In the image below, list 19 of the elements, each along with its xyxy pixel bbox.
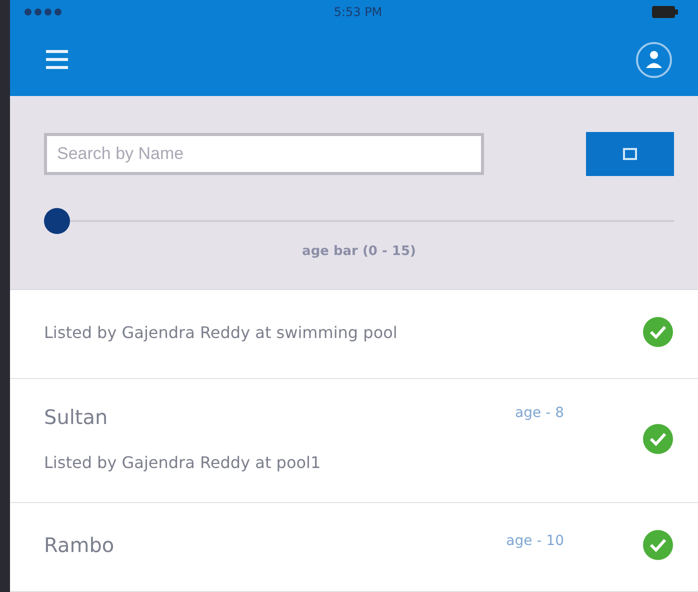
slider-thumb[interactable] — [44, 208, 70, 234]
status-time: 5:53 PM — [334, 4, 382, 19]
age-label: age - 8 — [515, 405, 564, 423]
listing-description: Listed by Gajendra Reddy at swimming pool — [44, 322, 398, 342]
signal-icon — [24, 8, 64, 16]
age-label: age - 10 — [506, 533, 564, 551]
battery-icon — [652, 6, 678, 18]
search-button[interactable] — [586, 132, 674, 176]
search-field[interactable]: Search by Name — [44, 133, 484, 175]
list-item[interactable]: Sultan age - 8 Listed by Gajendra Reddy at pool1 — [10, 379, 698, 503]
listing-description: Listed by Gajendra Reddy at pool1 — [44, 453, 322, 472]
pet-name: Rambo — [44, 533, 114, 557]
slider-label: age bar (0 - 15) — [302, 244, 416, 259]
pet-name: Sultan — [44, 405, 108, 429]
menu-icon[interactable] — [44, 48, 70, 72]
square-icon — [622, 147, 638, 161]
list-item[interactable]: Rambo age - 10 — [10, 503, 698, 592]
person-icon[interactable] — [634, 40, 674, 80]
list-item[interactable]: Listed by Gajendra Reddy at swimming pool — [10, 290, 698, 379]
